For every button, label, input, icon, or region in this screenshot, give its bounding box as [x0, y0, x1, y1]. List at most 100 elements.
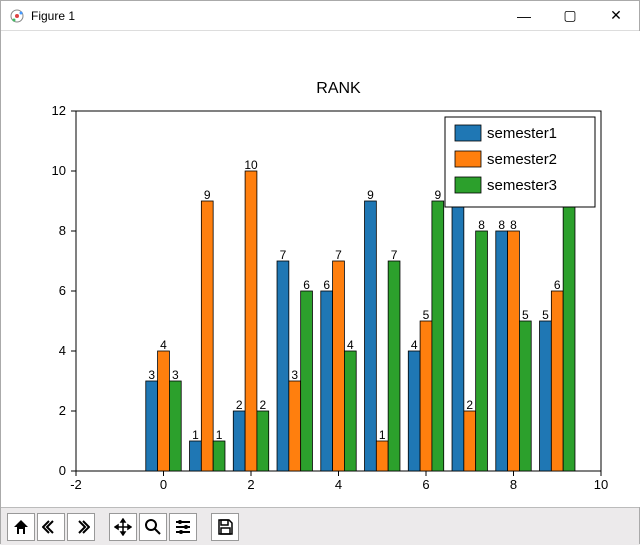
bar [388, 261, 400, 471]
y-tick-label: 8 [59, 223, 66, 238]
bar [344, 351, 356, 471]
bar-value-label: 9 [434, 188, 441, 202]
bar-value-label: 6 [323, 278, 330, 292]
bar [519, 321, 531, 471]
maximize-icon: ▢ [563, 7, 576, 24]
bar [551, 291, 563, 471]
bar-value-label: 8 [478, 218, 485, 232]
x-tick-label: 2 [247, 477, 254, 492]
window-title: Figure 1 [31, 9, 75, 23]
back-button[interactable] [37, 513, 65, 541]
bar [563, 201, 575, 471]
pan-icon [114, 518, 132, 536]
bar-value-label: 2 [259, 398, 266, 412]
figure-canvas[interactable]: RANK-20246810024681012312769498549103715… [1, 31, 640, 507]
bar-value-label: 6 [303, 278, 310, 292]
bar-value-label: 9 [204, 188, 211, 202]
configure-icon [174, 518, 192, 536]
app-icon [9, 8, 25, 24]
x-tick-label: -2 [70, 477, 82, 492]
back-icon [42, 518, 60, 536]
legend-label: semester2 [487, 151, 557, 168]
bar [301, 291, 313, 471]
bar-value-label: 1 [379, 428, 386, 442]
bar [233, 411, 245, 471]
bar-value-label: 3 [291, 368, 298, 382]
home-button[interactable] [7, 513, 35, 541]
bar [365, 201, 377, 471]
close-button[interactable]: ✕ [593, 1, 639, 31]
forward-button[interactable] [67, 513, 95, 541]
y-tick-label: 12 [52, 103, 66, 118]
legend-label: semester1 [487, 125, 557, 142]
nav-toolbar [1, 507, 639, 545]
bar-value-label: 4 [347, 338, 354, 352]
maximize-button[interactable]: ▢ [547, 1, 593, 31]
save-icon [216, 518, 234, 536]
bar [321, 291, 333, 471]
home-icon [12, 518, 30, 536]
bar-value-label: 5 [522, 308, 529, 322]
legend-label: semester3 [487, 177, 557, 194]
bar [245, 171, 257, 471]
bar-value-label: 1 [216, 428, 223, 442]
bar-value-label: 7 [280, 248, 287, 262]
bar-value-label: 10 [244, 158, 258, 172]
title-bar: Figure 1 — ▢ ✕ [1, 1, 639, 31]
x-tick-label: 6 [422, 477, 429, 492]
bar [540, 321, 552, 471]
bar [496, 231, 508, 471]
bar-value-label: 2 [236, 398, 243, 412]
bar-value-label: 5 [542, 308, 549, 322]
bar [158, 351, 170, 471]
bar [376, 441, 388, 471]
bar-value-label: 5 [423, 308, 430, 322]
bar-value-label: 4 [411, 338, 418, 352]
legend-swatch [455, 151, 481, 167]
bar [289, 381, 301, 471]
bar [333, 261, 345, 471]
bar [408, 351, 420, 471]
x-tick-label: 0 [160, 477, 167, 492]
bar [190, 441, 202, 471]
configure-button[interactable] [169, 513, 197, 541]
zoom-button[interactable] [139, 513, 167, 541]
y-tick-label: 6 [59, 283, 66, 298]
x-tick-label: 8 [510, 477, 517, 492]
chart-title: RANK [316, 80, 361, 97]
bar [464, 411, 476, 471]
bar [257, 411, 269, 471]
bar-value-label: 8 [510, 218, 517, 232]
bar-value-label: 3 [148, 368, 155, 382]
y-tick-label: 10 [52, 163, 66, 178]
x-tick-label: 4 [335, 477, 342, 492]
x-tick-label: 10 [594, 477, 608, 492]
bar [213, 441, 225, 471]
y-tick-label: 0 [59, 463, 66, 478]
bar-value-label: 6 [554, 278, 561, 292]
y-tick-label: 4 [59, 343, 66, 358]
forward-icon [72, 518, 90, 536]
pan-button[interactable] [109, 513, 137, 541]
bar-value-label: 1 [192, 428, 199, 442]
legend-swatch [455, 177, 481, 193]
save-button[interactable] [211, 513, 239, 541]
bar-value-label: 9 [367, 188, 374, 202]
bar [452, 201, 464, 471]
bar-value-label: 7 [335, 248, 342, 262]
bar [508, 231, 520, 471]
bar [432, 201, 444, 471]
bar-value-label: 4 [160, 338, 167, 352]
minimize-icon: — [517, 8, 531, 24]
minimize-button[interactable]: — [501, 1, 547, 31]
bar-value-label: 8 [498, 218, 505, 232]
bar-value-label: 7 [391, 248, 398, 262]
bar [169, 381, 181, 471]
bar [201, 201, 213, 471]
bar [146, 381, 158, 471]
bar-value-label: 2 [466, 398, 473, 412]
bar [476, 231, 488, 471]
bar [420, 321, 432, 471]
bar-value-label: 3 [172, 368, 179, 382]
y-tick-label: 2 [59, 403, 66, 418]
